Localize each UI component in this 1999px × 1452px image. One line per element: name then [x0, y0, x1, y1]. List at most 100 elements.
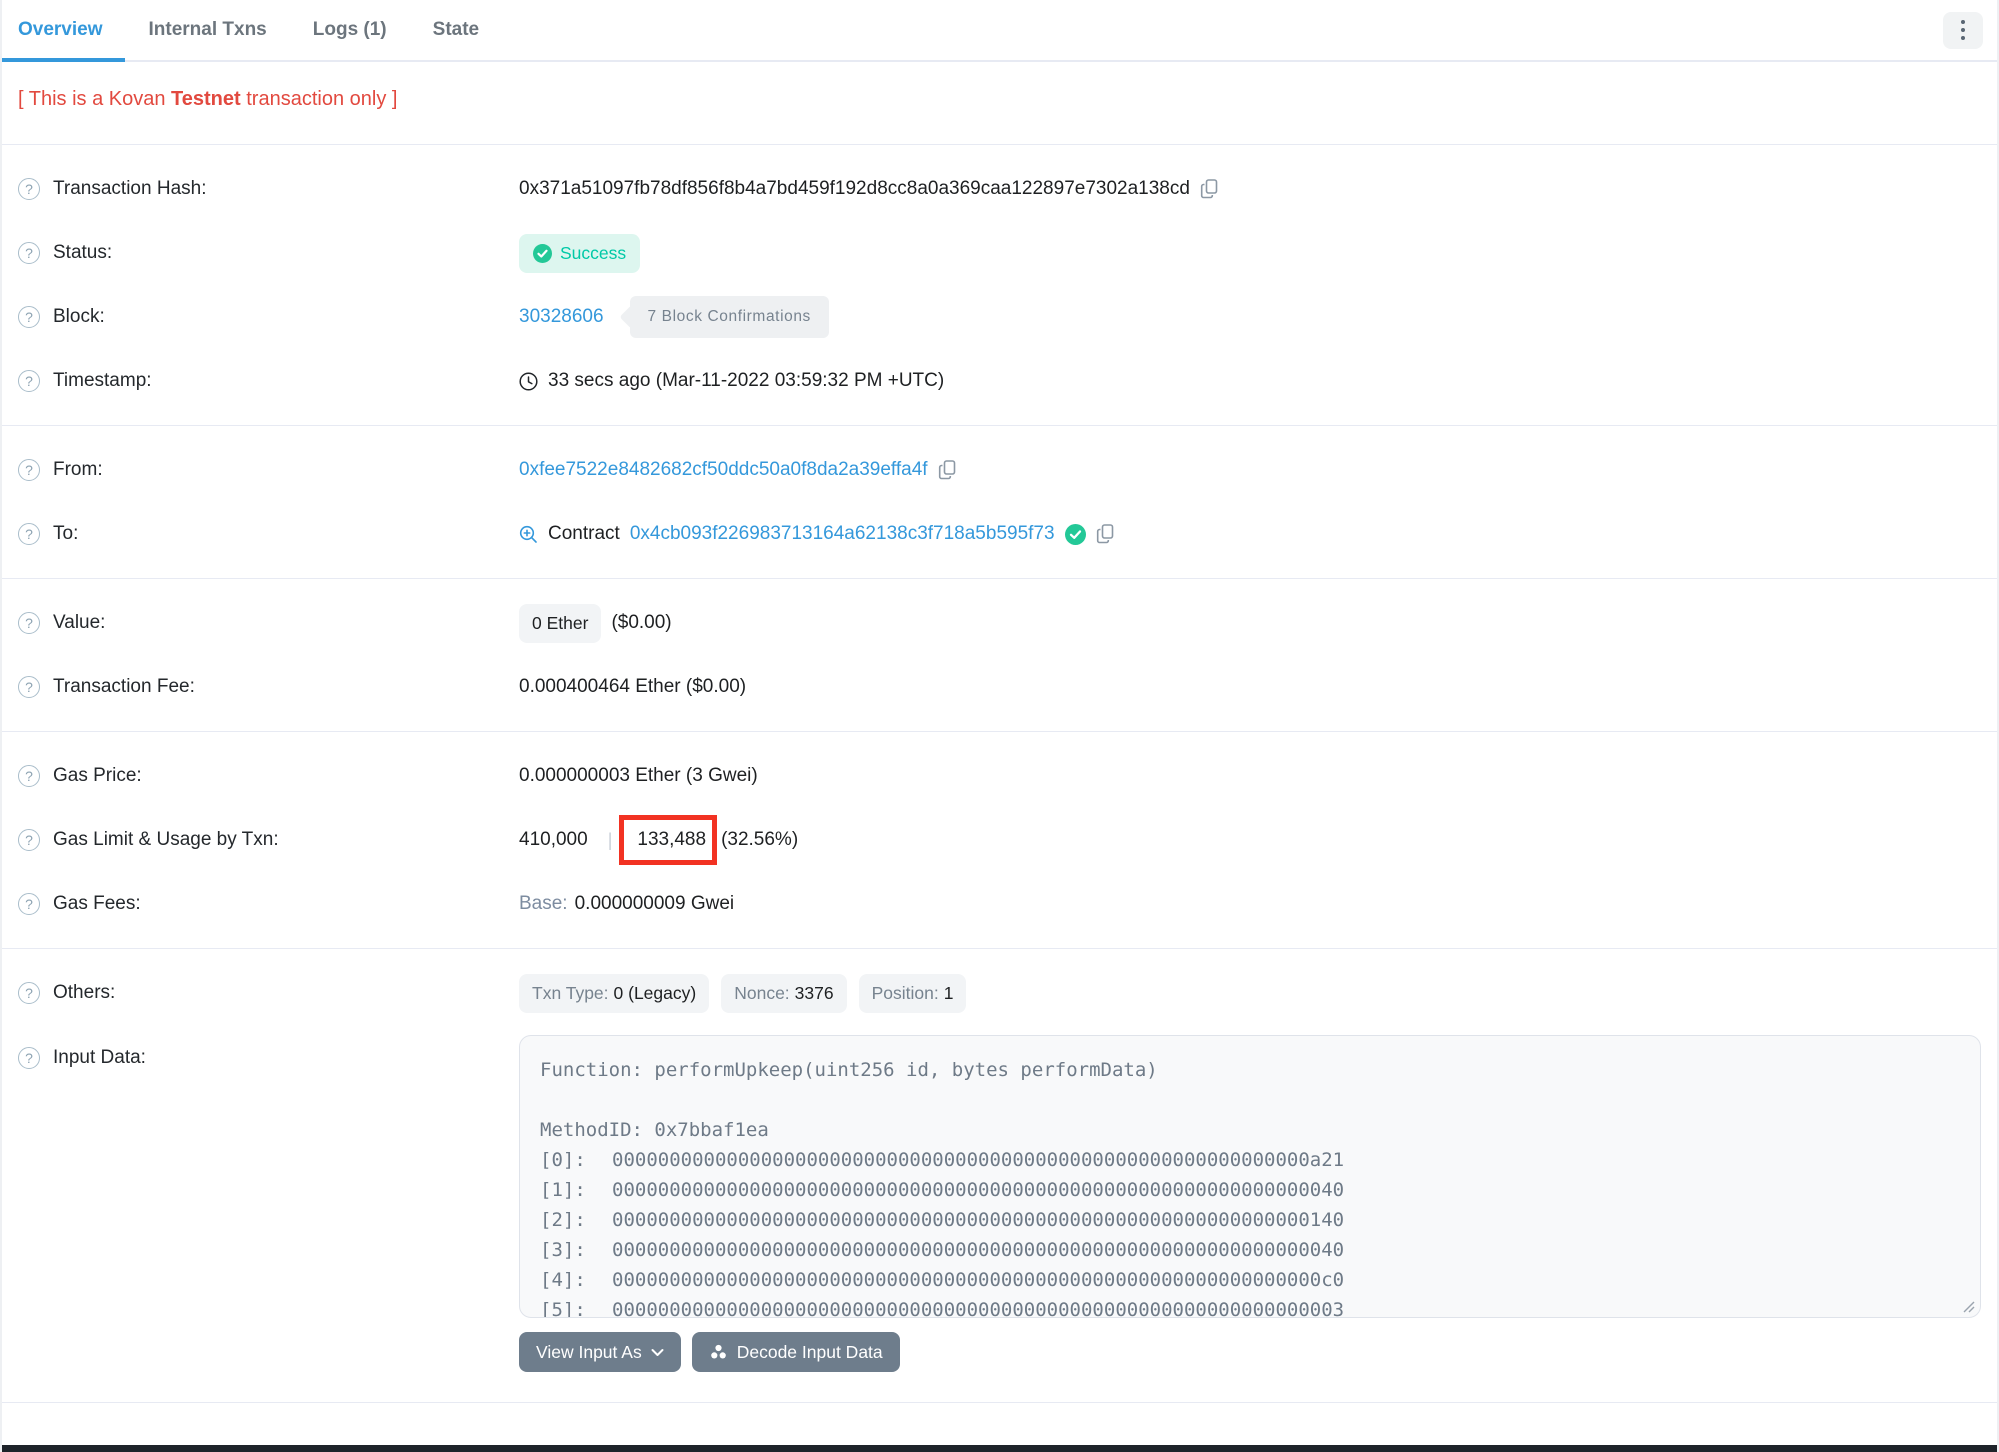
- row-input-data: ? Input Data: Function: performUpkeep(ui…: [2, 1025, 1997, 1318]
- transaction-hash-value: 0x371a51097fb78df856f8b4a7bd459f192d8cc8…: [519, 178, 1190, 199]
- block-number-link[interactable]: 30328606: [519, 306, 604, 328]
- help-icon[interactable]: ?: [18, 765, 40, 787]
- value-label: Value:: [53, 612, 106, 633]
- tab-list: Overview Internal Txns Logs (1) State: [2, 0, 479, 62]
- copy-hash-button[interactable]: [1200, 178, 1220, 200]
- help-icon[interactable]: ?: [18, 1047, 40, 1069]
- input-data-word: [5]: 000000000000000000000000000000000000…: [540, 1299, 1345, 1318]
- transaction-fee-value: 0.000400464 Ether ($0.00): [519, 676, 747, 697]
- testnet-notice: [ This is a Kovan Testnet transaction on…: [2, 62, 1997, 145]
- to-address-link[interactable]: 0x4cb093f226983713164a62138c3f718a5b595f…: [630, 523, 1055, 545]
- group-addresses: ? From: 0xfee7522e8482682cf50ddc50a0f8da…: [2, 426, 1997, 579]
- testnet-notice-bold: Testnet: [171, 88, 241, 110]
- from-address-link[interactable]: 0xfee7522e8482682cf50ddc50a0f8da2a39effa…: [519, 459, 928, 481]
- gas-usage-percent: (32.56%): [721, 829, 799, 850]
- row-from: ? From: 0xfee7522e8482682cf50ddc50a0f8da…: [2, 438, 1997, 502]
- row-timestamp: ? Timestamp: 33 secs ago (Mar-11-2022 03…: [2, 349, 1997, 413]
- copy-icon: [938, 460, 955, 480]
- help-icon[interactable]: ?: [18, 242, 40, 264]
- group-others-input: ? Others: Txn Type: 0 (Legacy) Nonce: 3376…: [2, 949, 1997, 1403]
- input-data-word: [4]: 000000000000000000000000000000000000…: [540, 1269, 1345, 1291]
- help-icon[interactable]: ?: [18, 829, 40, 851]
- row-transaction-fee: ? Transaction Fee: 0.000400464 Ether ($0…: [2, 655, 1997, 719]
- value-ether-badge: 0 Ether: [519, 603, 602, 643]
- footer-dark-bar: [2, 1445, 1997, 1452]
- to-label: To:: [53, 523, 79, 544]
- nonce-pill: Nonce: 3376: [721, 973, 847, 1013]
- view-input-as-button[interactable]: View Input As: [519, 1332, 681, 1372]
- tab-internal-txns[interactable]: Internal Txns: [149, 0, 267, 60]
- verified-check-icon: [1064, 523, 1086, 545]
- row-others: ? Others: Txn Type: 0 (Legacy) Nonce: 3376…: [2, 961, 1997, 1025]
- position-pill: Position: 1: [858, 973, 967, 1013]
- row-transaction-hash: ? Transaction Hash: 0x371a51097fb78df856…: [2, 157, 1997, 221]
- others-label: Others:: [53, 982, 116, 1003]
- copy-icon: [1200, 179, 1218, 199]
- input-methodid-line: MethodID: 0x7bbaf1ea: [540, 1119, 769, 1141]
- chevron-down-icon: [651, 1348, 664, 1356]
- gas-fees-base-value: 0.000000009 Gwei: [574, 893, 735, 914]
- gas-price-label: Gas Price:: [53, 765, 142, 786]
- gas-usage-highlight-box: 133,488: [619, 815, 718, 865]
- clock-icon: [519, 371, 538, 391]
- group-value-fee: ? Value: 0 Ether ($0.00) ? Transaction F…: [2, 579, 1997, 732]
- block-confirmations-badge: 7 Block Confirmations: [629, 296, 829, 338]
- gas-price-value: 0.000000003 Ether (3 Gwei): [519, 765, 758, 786]
- input-data-word: [2]: 000000000000000000000000000000000000…: [540, 1209, 1345, 1231]
- kebab-icon: [1960, 19, 1966, 25]
- row-to: ? To: Contract 0x4cb093f226983713164a621…: [2, 502, 1997, 566]
- value-usd: ($0.00): [611, 612, 672, 633]
- input-data-word: [3]: 000000000000000000000000000000000000…: [540, 1239, 1345, 1261]
- transaction-hash-label: Transaction Hash:: [53, 178, 207, 199]
- zoom-in-icon[interactable]: [519, 525, 538, 544]
- block-label: Block:: [53, 306, 105, 327]
- help-icon[interactable]: ?: [18, 676, 40, 698]
- gas-fees-base-key: Base:: [519, 893, 568, 914]
- help-icon[interactable]: ?: [18, 523, 40, 545]
- tab-bar: Overview Internal Txns Logs (1) State: [2, 0, 1997, 62]
- to-contract-prefix: Contract: [548, 523, 620, 544]
- help-icon[interactable]: ?: [18, 982, 40, 1004]
- group-gas: ? Gas Price: 0.000000003 Ether (3 Gwei) …: [2, 732, 1997, 949]
- input-data-word: [0]: 000000000000000000000000000000000000…: [540, 1149, 1345, 1171]
- status-badge: Success: [519, 233, 641, 273]
- help-icon[interactable]: ?: [18, 893, 40, 915]
- gas-limit-separator: |: [607, 829, 613, 850]
- testnet-notice-suffix: transaction only ]: [240, 88, 398, 110]
- gas-limit-value: 410,000: [519, 829, 588, 850]
- view-input-as-label: View Input As: [536, 1341, 642, 1362]
- help-icon[interactable]: ?: [18, 370, 40, 392]
- row-gas-price: ? Gas Price: 0.000000003 Ether (3 Gwei): [2, 744, 1997, 808]
- copy-from-address-button[interactable]: [938, 459, 958, 481]
- decode-input-data-label: Decode Input Data: [736, 1341, 883, 1362]
- help-icon[interactable]: ?: [18, 459, 40, 481]
- row-value: ? Value: 0 Ether ($0.00): [2, 591, 1997, 655]
- input-data-textarea[interactable]: Function: performUpkeep(uint256 id, byte…: [519, 1035, 1981, 1318]
- tab-overview[interactable]: Overview: [2, 0, 124, 62]
- kebab-menu-button[interactable]: [1943, 11, 1983, 49]
- tab-logs[interactable]: Logs (1): [313, 0, 387, 60]
- help-icon[interactable]: ?: [18, 612, 40, 634]
- help-icon[interactable]: ?: [18, 306, 40, 328]
- check-circle-icon: [533, 243, 552, 263]
- gas-limit-label: Gas Limit & Usage by Txn:: [53, 829, 279, 850]
- gas-usage-value: 133,488: [637, 829, 707, 850]
- input-function-line: Function: performUpkeep(uint256 id, byte…: [540, 1059, 1158, 1081]
- transaction-details-page: Overview Internal Txns Logs (1) State [ …: [0, 0, 1999, 1452]
- row-block: ? Block: 30328606 7 Block Confirmations: [2, 285, 1997, 349]
- decode-input-data-button[interactable]: Decode Input Data: [691, 1332, 900, 1372]
- input-data-word: [1]: 000000000000000000000000000000000000…: [540, 1179, 1345, 1201]
- transaction-fee-label: Transaction Fee:: [53, 676, 195, 697]
- input-data-label: Input Data:: [53, 1047, 146, 1068]
- status-label: Status:: [53, 242, 113, 263]
- timestamp-value: 33 secs ago (Mar-11-2022 03:59:32 PM +UT…: [548, 370, 945, 391]
- tab-state[interactable]: State: [433, 0, 479, 60]
- row-gas-fees: ? Gas Fees: Base: 0.000000009 Gwei: [2, 872, 1997, 936]
- resize-grip-icon[interactable]: [1961, 1299, 1975, 1313]
- from-label: From:: [53, 459, 103, 480]
- help-icon[interactable]: ?: [18, 178, 40, 200]
- decode-fan-icon: [710, 1344, 726, 1358]
- copy-icon: [1096, 524, 1113, 544]
- gas-fees-label: Gas Fees:: [53, 893, 141, 914]
- copy-to-address-button[interactable]: [1096, 523, 1116, 545]
